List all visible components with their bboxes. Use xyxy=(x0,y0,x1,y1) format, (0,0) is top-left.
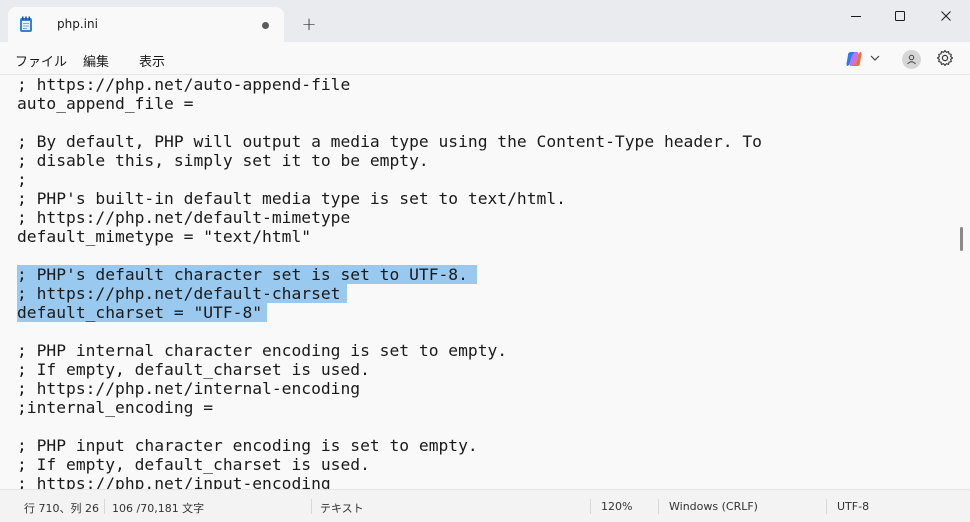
text-editor[interactable]: ; https://php.net/auto-append-file auto_a… xyxy=(0,75,970,489)
status-divider xyxy=(104,499,105,514)
editor-line: ;internal_encoding = xyxy=(17,398,214,417)
person-icon xyxy=(907,54,916,65)
title-bar: php.ini + xyxy=(0,0,970,42)
status-divider xyxy=(658,499,659,514)
character-count: 106 /70,181 文字 xyxy=(112,502,205,515)
editor-line: ; https://php.net/auto-append-file xyxy=(17,75,351,94)
maximize-icon xyxy=(895,11,905,21)
notepad-icon xyxy=(20,16,32,32)
menu-view[interactable]: 表示 xyxy=(139,51,165,70)
editor-line: ; If empty, default_charset is used. xyxy=(17,455,370,474)
status-divider xyxy=(311,499,312,514)
editor-line: ; disable this, simply set it to be empt… xyxy=(17,151,429,170)
editor-line: default_mimetype = "text/html" xyxy=(17,227,312,246)
zoom-level[interactable]: 120% xyxy=(601,500,632,513)
editor-line: ; If empty, default_charset is used. xyxy=(17,360,370,379)
editor-line: auto_append_file = xyxy=(17,94,194,113)
editor-line: ; https://php.net/default-mimetype xyxy=(17,208,351,227)
editor-line: ; PHP input character encoding is set to… xyxy=(17,436,478,455)
file-format: テキスト xyxy=(320,502,364,515)
editor-line: ; PHP internal character encoding is set… xyxy=(17,341,508,360)
copilot-icon[interactable] xyxy=(845,50,863,68)
status-bar: 行 710、列 26 106 /70,181 文字 テキスト 120% Wind… xyxy=(0,489,970,522)
minimize-button[interactable] xyxy=(841,6,871,26)
editor-line: ; https://php.net/input-encoding xyxy=(17,474,331,489)
menu-bar: ファイル 編集 表示 xyxy=(0,42,970,75)
editor-line: ; By default, PHP will output a media ty… xyxy=(17,132,762,151)
chevron-down-icon[interactable] xyxy=(870,54,880,62)
gear-icon[interactable] xyxy=(936,49,954,67)
tab-title: php.ini xyxy=(57,17,98,31)
maximize-button[interactable] xyxy=(885,6,915,26)
new-tab-button[interactable]: + xyxy=(298,13,320,35)
editor-line: ; PHP's default character set is set to … xyxy=(17,265,468,284)
editor-line: ; xyxy=(17,170,27,189)
tab-php-ini[interactable]: php.ini xyxy=(8,7,284,42)
cursor-position: 行 710、列 26 xyxy=(24,502,99,515)
unsaved-dot-icon[interactable] xyxy=(262,22,269,29)
editor-line: default_charset = "UTF-8" xyxy=(17,303,263,322)
status-divider xyxy=(590,499,591,514)
menu-file[interactable]: ファイル xyxy=(15,51,67,70)
vertical-scrollbar-thumb[interactable] xyxy=(960,227,963,251)
editor-line: ; PHP's built-in default media type is s… xyxy=(17,189,566,208)
menu-edit[interactable]: 編集 xyxy=(83,51,109,70)
close-button[interactable] xyxy=(931,6,961,26)
editor-line: ; https://php.net/internal-encoding xyxy=(17,379,361,398)
close-icon xyxy=(941,11,951,21)
text-encoding[interactable]: UTF-8 xyxy=(837,500,869,513)
editor-line: ; https://php.net/default-charset xyxy=(17,284,341,303)
account-button[interactable] xyxy=(902,50,921,69)
status-divider xyxy=(826,499,827,514)
line-ending[interactable]: Windows (CRLF) xyxy=(669,500,758,513)
minimize-icon xyxy=(851,16,861,17)
